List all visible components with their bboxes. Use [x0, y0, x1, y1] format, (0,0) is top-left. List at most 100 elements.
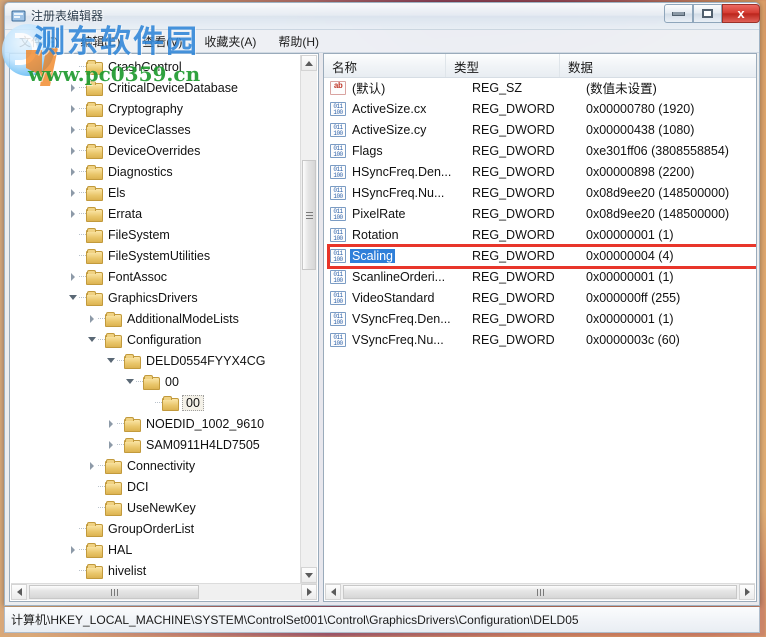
title-bar[interactable]: 注册表编辑器 x [5, 3, 760, 30]
tree-connector [98, 338, 105, 341]
tree-node[interactable]: FontAssoc [10, 266, 301, 287]
menu-help[interactable]: 帮助(H) [268, 31, 329, 52]
collapse-arrow-icon[interactable] [105, 350, 117, 371]
folder-icon [86, 206, 103, 222]
values-scroll-right-button[interactable] [739, 584, 755, 600]
registry-tree-pane[interactable]: CrashControl CriticalDeviceDatabase Crypto… [9, 53, 319, 602]
tree-scroll-up-button[interactable] [301, 55, 317, 71]
tree-node[interactable]: HAL [10, 539, 301, 560]
expand-arrow-icon[interactable] [67, 119, 79, 140]
tree-node[interactable]: GraphicsDrivers [10, 287, 301, 308]
column-header-name[interactable]: 名称 [324, 54, 446, 77]
value-row[interactable]: 011 100 HSyncFreq.Nu... REG_DWORD 0x08d9ee20… [324, 182, 756, 203]
tree-node[interactable]: 00 [10, 392, 301, 413]
tree-node[interactable]: FileSystemUtilities [10, 245, 301, 266]
tree-node[interactable]: Els [10, 182, 301, 203]
tree-scroll-thumb[interactable] [302, 160, 316, 270]
expand-arrow-icon[interactable] [105, 434, 117, 455]
tree-scroll-right-button[interactable] [301, 584, 317, 600]
tree-node[interactable]: CrashControl [10, 56, 301, 77]
values-horizontal-scrollbar[interactable] [325, 583, 755, 600]
tree-vertical-scrollbar[interactable] [300, 55, 317, 583]
tree-node[interactable]: SAM0911H4LD7505 [10, 434, 301, 455]
expand-arrow-icon[interactable] [67, 203, 79, 224]
value-row[interactable]: 011 100 VSyncFreq.Nu... REG_DWORD 0x0000003c… [324, 329, 756, 350]
menu-edit[interactable]: 编辑(E) [70, 31, 130, 52]
dword-value-icon: 011 100 [330, 185, 346, 200]
expand-arrow-icon[interactable] [86, 308, 98, 329]
value-name: VSyncFreq.Nu... [352, 332, 444, 347]
value-row[interactable]: 011 100 Scaling REG_DWORD 0x00000004 (4) [324, 245, 756, 266]
value-row[interactable]: ab (默认) REG_SZ (数值未设置) [324, 77, 756, 98]
value-row[interactable]: 011 100 PixelRate REG_DWORD 0x08d9ee20 (1485… [324, 203, 756, 224]
tree-node[interactable]: Connectivity [10, 455, 301, 476]
value-name-cell: PixelRate [350, 207, 472, 221]
value-data-cell: 0x00000438 (1080) [586, 122, 695, 137]
value-data-cell: 0x00000001 (1) [586, 269, 674, 284]
value-row[interactable]: 011 100 ScanlineOrderi... REG_DWORD 0x000000… [324, 266, 756, 287]
tree-scroll-down-button[interactable] [301, 567, 317, 583]
expand-arrow-icon[interactable] [86, 455, 98, 476]
tree-scroll-left-button[interactable] [11, 584, 27, 600]
folder-icon [86, 521, 103, 537]
expand-arrow-icon[interactable] [67, 182, 79, 203]
registry-values-pane[interactable]: 名称 类型 数据 ab (默认) REG_SZ (数值未设置) 011 100 Active… [323, 53, 757, 602]
tree-node-label: GraphicsDrivers [108, 290, 198, 305]
folder-icon [86, 164, 103, 180]
tree-node[interactable]: GroupOrderList [10, 518, 301, 539]
menu-bar: 文件(F) 编辑(E) 查看(V) 收藏夹(A) 帮助(H) [5, 30, 759, 53]
tree-node[interactable]: Cryptography [10, 98, 301, 119]
tree-node[interactable]: DeviceClasses [10, 119, 301, 140]
tree-node[interactable]: DCI [10, 476, 301, 497]
maximize-button[interactable] [693, 4, 722, 23]
value-row[interactable]: 011 100 VSyncFreq.Den... REG_DWORD 0x0000000… [324, 308, 756, 329]
expand-arrow-icon[interactable] [67, 266, 79, 287]
value-row[interactable]: 011 100 ActiveSize.cx REG_DWORD 0x00000780 (… [324, 98, 756, 119]
collapse-arrow-icon[interactable] [67, 287, 79, 308]
tree-node[interactable]: 00 [10, 371, 301, 392]
value-type-cell: REG_DWORD [472, 101, 555, 116]
tree-node[interactable]: NOEDID_1002_9610 [10, 413, 301, 434]
expand-arrow-icon[interactable] [67, 77, 79, 98]
folder-icon [105, 479, 122, 495]
column-header-type[interactable]: 类型 [446, 54, 560, 77]
expand-arrow-icon[interactable] [67, 140, 79, 161]
menu-file[interactable]: 文件(F) [9, 31, 68, 52]
menu-view[interactable]: 查看(V) [132, 31, 192, 52]
tree-node[interactable]: hivelist [10, 560, 301, 581]
chevron-right-icon [744, 588, 750, 596]
value-name-cell: ActiveSize.cx [350, 102, 472, 116]
collapse-arrow-icon[interactable] [86, 329, 98, 350]
expand-arrow-icon[interactable] [67, 98, 79, 119]
tree-node[interactable]: DeviceOverrides [10, 140, 301, 161]
tree-node[interactable]: DELD0554FYYX4CG [10, 350, 301, 371]
tree-node[interactable]: UseNewKey [10, 497, 301, 518]
tree-node[interactable]: Configuration [10, 329, 301, 350]
expand-arrow-icon[interactable] [67, 161, 79, 182]
tree-node[interactable]: AdditionalModeLists [10, 308, 301, 329]
tree-connector [79, 170, 86, 173]
tree-node[interactable]: CriticalDeviceDatabase [10, 77, 301, 98]
tree-node-label: DeviceOverrides [108, 143, 201, 158]
tree-node[interactable]: Diagnostics [10, 161, 301, 182]
value-row[interactable]: 011 100 Rotation REG_DWORD 0x00000001 (1) [324, 224, 756, 245]
value-row[interactable]: 011 100 ActiveSize.cy REG_DWORD 0x00000438 (… [324, 119, 756, 140]
value-row[interactable]: 011 100 VideoStandard REG_DWORD 0x000000ff (… [324, 287, 756, 308]
column-header-data[interactable]: 数据 [560, 54, 756, 77]
tree-hscroll-thumb[interactable] [29, 585, 199, 599]
tree-node[interactable]: Errata [10, 203, 301, 224]
dword-value-icon: 011 100 [330, 101, 346, 116]
expand-arrow-icon[interactable] [67, 539, 79, 560]
menu-favorites[interactable]: 收藏夹(A) [194, 31, 266, 52]
values-hscroll-thumb[interactable] [343, 585, 737, 599]
minimize-button[interactable] [664, 4, 693, 23]
expand-arrow-icon[interactable] [105, 413, 117, 434]
value-row[interactable]: 011 100 HSyncFreq.Den... REG_DWORD 0x0000089… [324, 161, 756, 182]
value-row[interactable]: 011 100 Flags REG_DWORD 0xe301ff06 (38085588… [324, 140, 756, 161]
collapse-arrow-icon[interactable] [124, 371, 136, 392]
tree-node[interactable]: FileSystem [10, 224, 301, 245]
folder-icon [105, 458, 122, 474]
values-scroll-left-button[interactable] [325, 584, 341, 600]
close-button[interactable]: x [722, 4, 760, 23]
tree-horizontal-scrollbar[interactable] [11, 583, 317, 600]
